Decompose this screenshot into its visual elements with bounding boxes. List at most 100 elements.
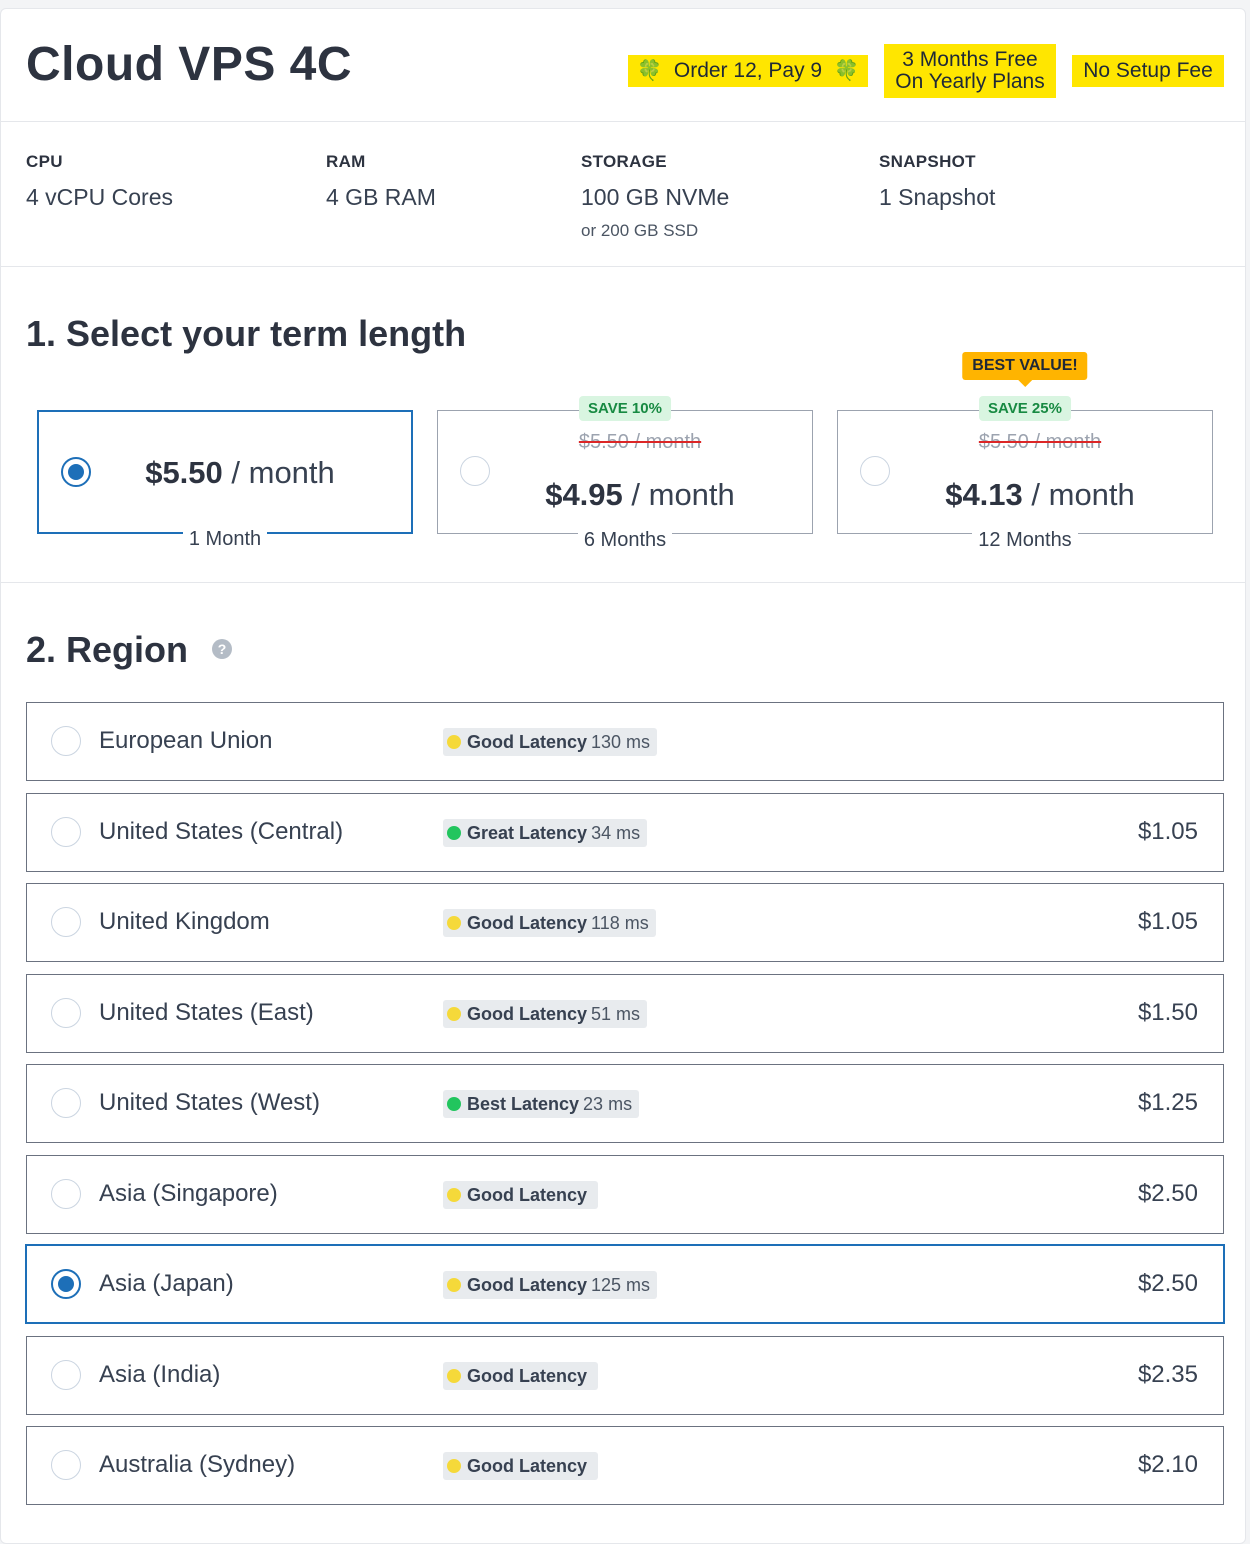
region-option-asia-japan[interactable]: Asia (Japan) Good Latency 125 ms $2.50 [25, 1244, 1225, 1324]
promo-badge-line1: 3 Months Free [902, 48, 1038, 71]
term-price-amount: $4.13 [945, 477, 1023, 512]
region-price: $2.50 [1137, 1270, 1198, 1297]
region-option-asia-singapore[interactable]: Asia (Singapore) Good Latency $2.50 [26, 1155, 1224, 1234]
region-section: 2. Region ? European Union Good Latency 13… [1, 583, 1245, 1543]
latency-label: Good Latency [467, 1366, 588, 1386]
radio-button[interactable] [51, 907, 81, 937]
latency-badge: Good Latency [443, 1181, 599, 1209]
region-option-european-union[interactable]: European Union Good Latency 130 ms [26, 702, 1224, 781]
region-price: $2.10 [1137, 1451, 1198, 1478]
region-name: Asia (Japan) [99, 1270, 234, 1297]
term-price: $4.13 / month [838, 477, 1212, 513]
latency-label: Good Latency [467, 732, 588, 752]
latency-label: Good Latency [467, 1456, 588, 1476]
term-old-price: $5.50 / month [438, 431, 812, 454]
latency-label: Good Latency [467, 913, 588, 933]
radio-button[interactable] [51, 817, 81, 847]
promo-badge-months-free: 3 Months Free On Yearly Plans [884, 44, 1056, 98]
latency-ms: 23 ms [583, 1094, 633, 1114]
term-price-unit: / month [1022, 477, 1135, 512]
region-name: United States (Central) [99, 818, 344, 845]
latency-badge: Great Latency 34 ms [443, 819, 648, 847]
region-option-asia-india[interactable]: Asia (India) Good Latency $2.35 [26, 1336, 1224, 1415]
term-label-text: 1 Month [182, 528, 268, 550]
latency-label: Best Latency [467, 1094, 580, 1114]
spec-sub: or 200 GB SSD [581, 221, 699, 240]
latency-label: Good Latency [467, 1004, 588, 1024]
latency-dot-icon [447, 1097, 461, 1111]
product-header: Cloud VPS 4C 🍀 Order 12, Pay 9 🍀 3 Month… [1, 9, 1245, 122]
latency-dot-icon [447, 1188, 461, 1202]
term-label-text: 6 Months [577, 529, 673, 551]
spec-value: 1 Snapshot [879, 184, 996, 210]
save-badge: SAVE 10% [579, 396, 671, 421]
region-option-united-states-central[interactable]: United States (Central) Great Latency 34 m… [26, 793, 1224, 872]
term-label: 6 Months [438, 529, 812, 552]
radio-button[interactable] [51, 1360, 81, 1390]
radio-button[interactable] [51, 726, 81, 756]
spec-list: CPU 4 vCPU Cores RAM 4 GB RAM STORAGE 10… [1, 122, 1245, 267]
latency-dot-icon [447, 735, 461, 749]
term-section: 1. Select your term length $5.50 / month… [1, 267, 1245, 583]
term-old-price-text: $5.50 / month [978, 431, 1102, 453]
latency-label: Good Latency [467, 1185, 588, 1205]
radio-button[interactable] [51, 1269, 81, 1299]
region-option-united-states-east[interactable]: United States (East) Good Latency 51 ms $1.… [26, 974, 1224, 1053]
promo-badge-order-12-pay-9: 🍀 Order 12, Pay 9 🍀 [628, 55, 868, 87]
region-price: $1.25 [1137, 1089, 1198, 1116]
region-name: European Union [99, 727, 273, 754]
latency-dot-icon [447, 1459, 461, 1473]
latency-badge: Good Latency 125 ms [443, 1271, 658, 1299]
product-card: Cloud VPS 4C 🍀 Order 12, Pay 9 🍀 3 Month… [0, 8, 1246, 1544]
region-section-title: 2. Region [26, 629, 189, 670]
region-name: Asia (India) [99, 1361, 221, 1388]
spec-ram: RAM 4 GB RAM [326, 152, 436, 211]
product-title: Cloud VPS 4C [26, 38, 353, 91]
spec-value: 4 vCPU Cores [26, 184, 173, 210]
region-option-australia-sydney[interactable]: Australia (Sydney) Good Latency $2.10 [26, 1426, 1224, 1505]
latency-ms: 130 ms [591, 732, 651, 752]
latency-badge: Good Latency [443, 1452, 599, 1480]
region-price: $2.50 [1137, 1180, 1198, 1207]
term-price-unit: / month [222, 455, 335, 490]
spec-label: STORAGE [581, 152, 667, 171]
promo-badge-line2: On Yearly Plans [895, 70, 1045, 93]
region-price: $2.35 [1137, 1361, 1198, 1388]
spec-label: CPU [26, 152, 63, 171]
term-option-1-month[interactable]: $5.50 / month 1 Month [37, 410, 413, 550]
term-section-title: 1. Select your term length [26, 313, 467, 354]
latency-dot-icon [447, 1369, 461, 1383]
spec-label: SNAPSHOT [879, 152, 976, 171]
term-option-6-months[interactable]: SAVE 10% $5.50 / month $4.95 / month 6 M… [437, 396, 813, 551]
clover-icon: 🍀 [833, 60, 859, 82]
term-option-12-months[interactable]: BEST VALUE! SAVE 25% $5.50 / month $4.13… [837, 352, 1213, 551]
region-price: $1.05 [1137, 818, 1198, 845]
best-value-badge: BEST VALUE! [962, 352, 1088, 387]
region-name: United Kingdom [99, 908, 270, 935]
spec-value: 4 GB RAM [326, 184, 436, 210]
region-option-united-kingdom[interactable]: United Kingdom Good Latency 118 ms $1.05 [26, 883, 1224, 962]
latency-badge: Good Latency 130 ms [443, 728, 658, 756]
latency-label: Great Latency [467, 823, 588, 843]
region-price: $1.05 [1137, 908, 1198, 935]
radio-button[interactable] [51, 998, 81, 1028]
latency-badge: Good Latency 51 ms [443, 1000, 648, 1028]
region-name: Asia (Singapore) [99, 1180, 278, 1207]
term-price: $5.50 / month [39, 455, 411, 491]
help-icon[interactable]: ? [212, 639, 232, 659]
term-label-text: 12 Months [972, 529, 1078, 551]
radio-button[interactable] [51, 1450, 81, 1480]
region-price: $1.50 [1137, 999, 1198, 1026]
radio-button[interactable] [51, 1088, 81, 1118]
term-price-amount: $5.50 [145, 455, 223, 490]
term-label: 12 Months [838, 529, 1212, 552]
radio-button[interactable] [51, 1179, 81, 1209]
spec-cpu: CPU 4 vCPU Cores [26, 152, 173, 211]
latency-dot-icon [447, 826, 461, 840]
clover-icon: 🍀 [637, 60, 663, 82]
region-option-united-states-west[interactable]: United States (West) Best Latency 23 ms $1.… [26, 1064, 1224, 1143]
latency-ms: 125 ms [591, 1275, 651, 1295]
promo-badge-no-setup-fee: No Setup Fee [1072, 55, 1224, 87]
latency-ms: 118 ms [591, 913, 649, 933]
latency-dot-icon [447, 916, 461, 930]
